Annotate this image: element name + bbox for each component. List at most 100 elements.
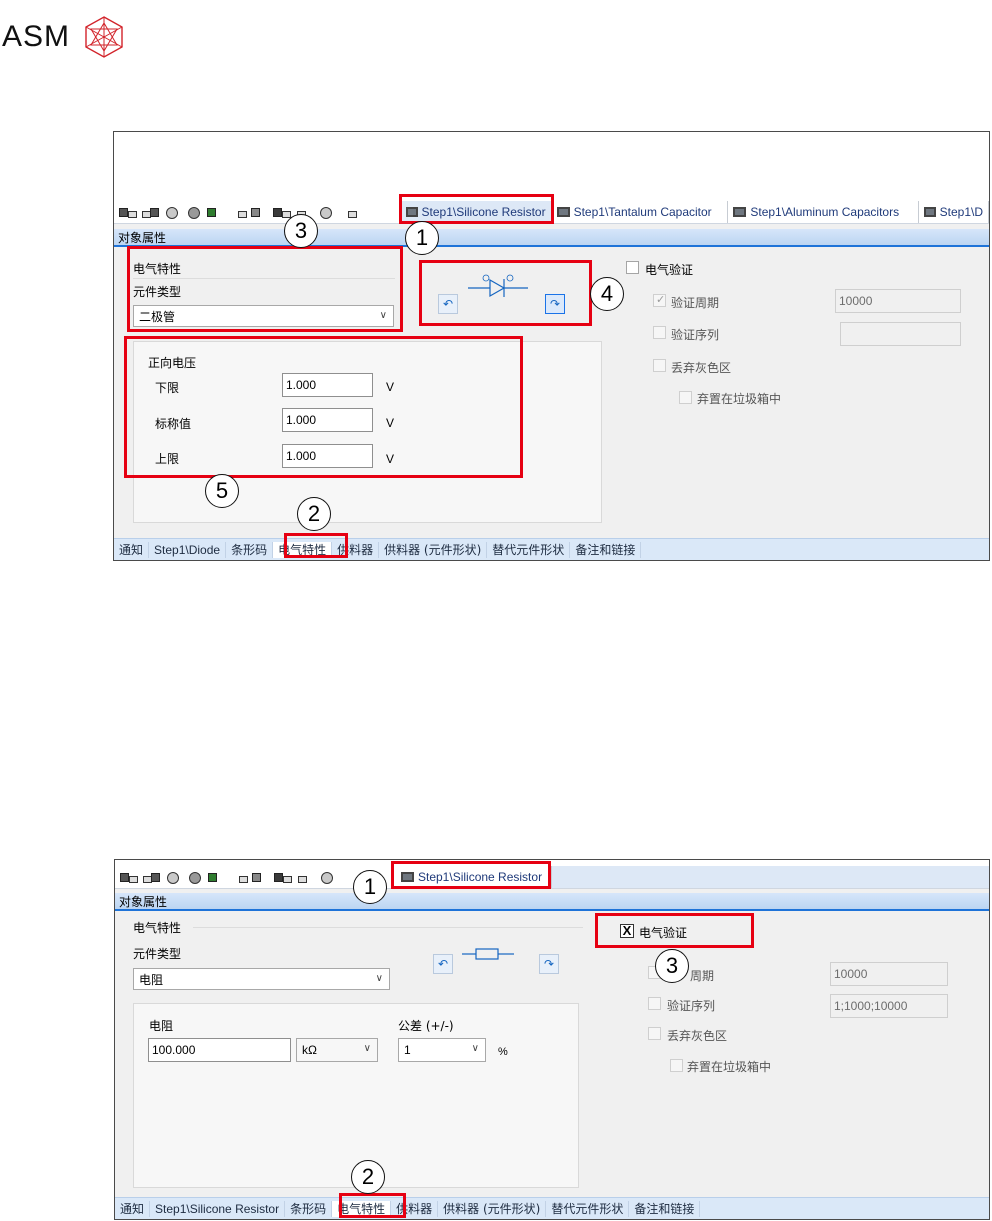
group-divider	[193, 927, 583, 928]
tray-icon[interactable]	[251, 870, 271, 886]
tolerance-select[interactable]: 1 ∨	[398, 1038, 486, 1062]
feeder-icon[interactable]	[229, 870, 249, 886]
rotate-right-button[interactable]: ↷	[545, 294, 565, 314]
electrical-verification-label: 电气验证	[645, 263, 694, 277]
tab-notes-links[interactable]: 备注和链接	[629, 1200, 701, 1217]
nominal-value-input[interactable]: 1.000	[282, 408, 373, 432]
chip-icon[interactable]	[207, 870, 227, 886]
verification-period-label: 周期	[690, 969, 715, 983]
tab-feeder-shape[interactable]: 供料器 (元件形状)	[438, 1200, 547, 1217]
image-icon[interactable]	[317, 870, 337, 886]
rotate-left-button[interactable]: ↶	[438, 294, 458, 314]
verification-period-input[interactable]: 10000	[830, 962, 948, 986]
place-in-trash-label: 弃置在垃圾箱中	[687, 1060, 772, 1074]
job-icon[interactable]	[295, 870, 315, 886]
resistor-symbol-icon	[462, 948, 514, 960]
monitor-icon	[924, 207, 936, 217]
part-icon[interactable]	[162, 205, 182, 221]
logo-mark-icon	[85, 16, 123, 58]
tab-notes-links[interactable]: 备注和链接	[570, 541, 642, 558]
tab-feeder[interactable]: 供料器	[391, 1200, 439, 1217]
tab-electrical-characteristics[interactable]: 电气特性	[273, 541, 333, 558]
callout-4: 4	[590, 277, 624, 311]
discard-gray-zone-checkbox[interactable]	[653, 359, 666, 372]
tray-icon[interactable]	[250, 205, 270, 221]
tab-diode[interactable]: Step1\Diode	[149, 541, 227, 558]
checkmark-icon: ✓	[656, 293, 666, 306]
send-icon[interactable]	[338, 205, 358, 221]
resistance-unit-select[interactable]: kΩ ∨	[296, 1038, 378, 1062]
logo-text: ASM	[2, 20, 71, 53]
discard-gray-zone-label: 丢弃灰色区	[671, 361, 732, 375]
feeder-icon[interactable]	[228, 205, 248, 221]
object-properties-title: 对象属性	[114, 229, 989, 247]
hand-icon[interactable]	[185, 870, 205, 886]
tab-alternate-shape[interactable]: 替代元件形状	[546, 1200, 630, 1217]
chevron-down-icon: ∨	[379, 310, 387, 321]
component-type-label: 元件类型	[133, 285, 182, 299]
upper-limit-input[interactable]: 1.000	[282, 444, 373, 468]
tab-notice[interactable]: 通知	[115, 1200, 151, 1217]
component-type-select[interactable]: 二极管 ∨	[133, 305, 394, 327]
board-icon[interactable]	[273, 870, 293, 886]
tab-feeder-shape[interactable]: 供料器 (元件形状)	[379, 541, 488, 558]
tab-barcode[interactable]: 条形码	[226, 541, 274, 558]
tab-step1-d[interactable]: Step1\D	[919, 201, 989, 223]
place-in-trash-label: 弃置在垃圾箱中	[697, 392, 782, 406]
component-icon[interactable]	[140, 205, 160, 221]
component-type-select[interactable]: 电阻 ∨	[133, 968, 390, 990]
component-icon[interactable]	[141, 870, 161, 886]
electrical-verification-checkbox[interactable]	[626, 261, 639, 274]
chevron-down-icon: ∨	[363, 1043, 371, 1054]
rotate-right-button[interactable]: ↷	[539, 954, 559, 974]
lower-limit-label: 下限	[155, 381, 180, 395]
nominal-value-unit: V	[386, 416, 395, 430]
bottom-tab-bar: 通知 Step1\Diode 条形码 电气特性 供料器 供料器 (元件形状) 替…	[114, 538, 989, 560]
resistance-input[interactable]: 100.000	[148, 1038, 291, 1062]
callout-1: 1	[353, 870, 387, 904]
tab-silicone-resistor[interactable]: Step1\Silicone Resistor	[400, 201, 552, 223]
tab-alternate-shape[interactable]: 替代元件形状	[487, 541, 571, 558]
diode-symbol-icon	[468, 274, 528, 298]
part-icon[interactable]	[163, 870, 183, 886]
chip-icon[interactable]	[206, 205, 226, 221]
tab-tantalum-capacitor[interactable]: Step1\Tantalum Capacitor	[551, 201, 729, 223]
monitor-icon	[405, 207, 418, 217]
hand-icon[interactable]	[184, 205, 204, 221]
verification-period-checkbox[interactable]: ✓	[653, 293, 666, 307]
tab-barcode[interactable]: 条形码	[285, 1200, 333, 1217]
component-icon[interactable]	[118, 205, 138, 221]
electrical-verification-label: 电气验证	[639, 926, 688, 940]
verification-sequence-checkbox[interactable]	[653, 326, 666, 339]
empty-canvas-area	[114, 132, 989, 196]
place-in-trash-checkbox[interactable]	[679, 391, 692, 404]
verification-sequence-input[interactable]	[840, 322, 961, 346]
place-in-trash-checkbox[interactable]	[670, 1059, 683, 1072]
tolerance-label: 公差 (+/-)	[398, 1019, 454, 1033]
callout-2: 2	[297, 497, 331, 531]
verification-sequence-checkbox[interactable]	[648, 997, 661, 1010]
electrical-characteristics-label: 电气特性	[133, 262, 182, 276]
image-icon[interactable]	[316, 205, 336, 221]
electrical-verification-checkbox[interactable]: X	[620, 924, 634, 938]
document-tab-strip: Step1\Silicone Resistor Step1\Tantalum C…	[114, 196, 989, 224]
tab-aluminum-capacitors[interactable]: Step1\Aluminum Capacitors	[728, 201, 920, 223]
monitor-icon	[556, 207, 570, 217]
rotate-left-button[interactable]: ↶	[433, 954, 453, 974]
verification-period-input[interactable]: 10000	[835, 289, 961, 313]
tab-notice[interactable]: 通知	[114, 541, 150, 558]
tab-electrical-characteristics[interactable]: 电气特性	[332, 1200, 392, 1217]
callout-1: 1	[405, 221, 439, 255]
chevron-down-icon: ∨	[375, 973, 383, 984]
verification-sequence-input[interactable]: 1;1000;10000	[830, 994, 948, 1018]
bottom-tab-bar: 通知 Step1\Silicone Resistor 条形码 电气特性 供料器 …	[115, 1197, 989, 1219]
tab-strip-filler	[552, 866, 989, 888]
tab-silicone-resistor[interactable]: Step1\Silicone Resistor	[396, 866, 552, 888]
lower-limit-input[interactable]: 1.000	[282, 373, 373, 397]
tab-silicone-resistor-bottom[interactable]: Step1\Silicone Resistor	[150, 1200, 286, 1217]
upper-limit-unit: V	[386, 452, 395, 466]
discard-gray-zone-checkbox[interactable]	[648, 1027, 661, 1040]
tab-feeder[interactable]: 供料器	[332, 541, 380, 558]
component-icon[interactable]	[119, 870, 139, 886]
component-type-label: 元件类型	[133, 947, 182, 961]
